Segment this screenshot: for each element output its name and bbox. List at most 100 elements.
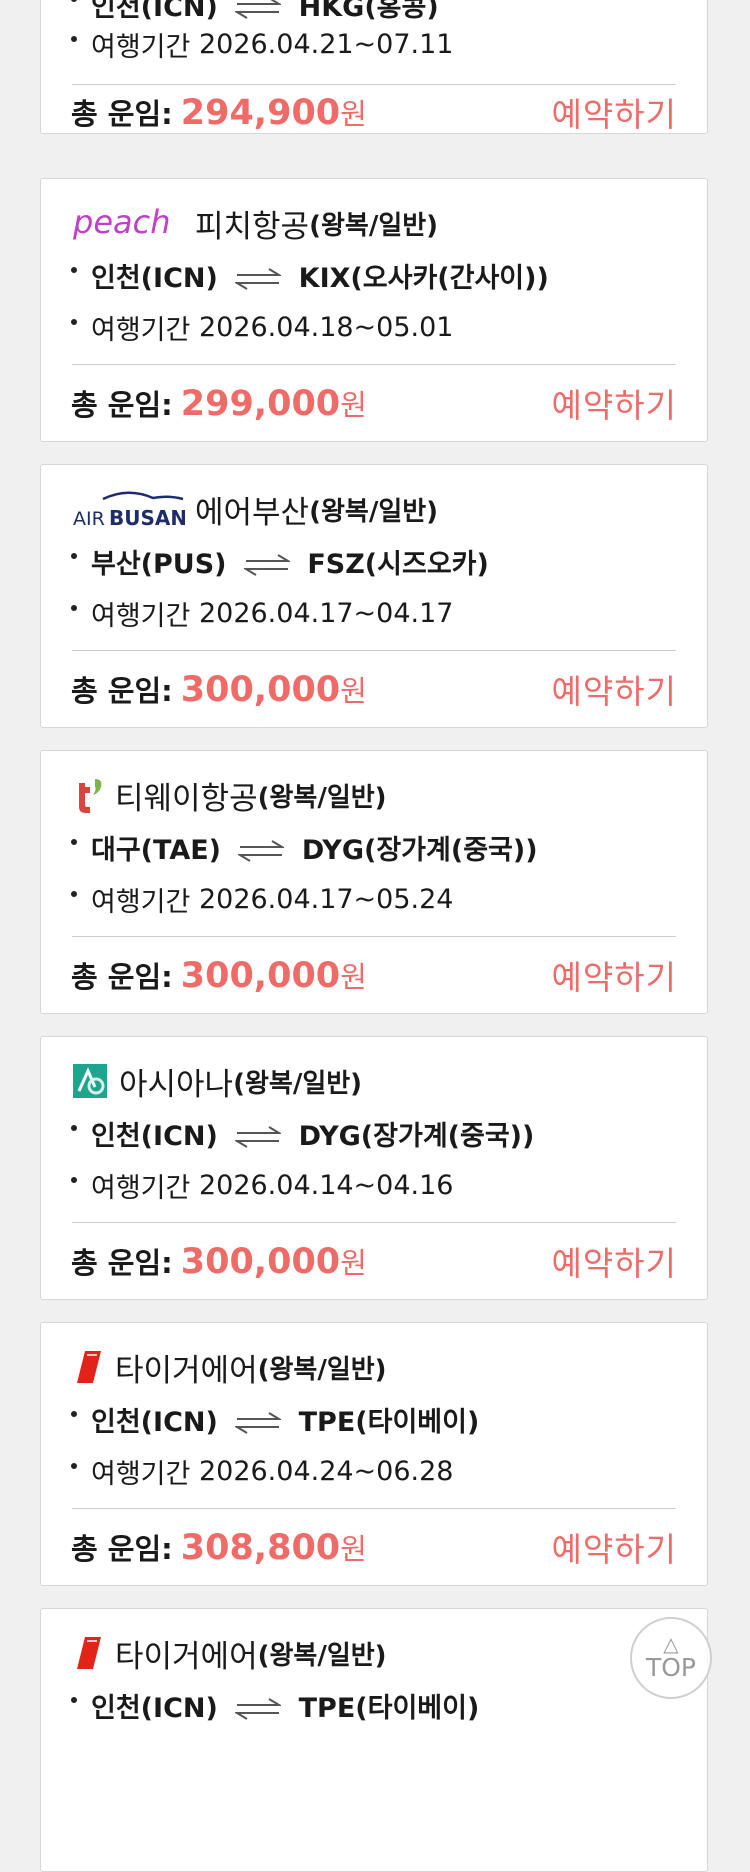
flight-card[interactable]: peach 피치항공 (왕복/일반) 인천(ICN) KIX(오사카(간사이)) … xyxy=(40,178,708,442)
flight-card[interactable]: 타이거에어 (왕복/일반) 인천(ICN) TPE(타이베이) 여행기간 2026… xyxy=(40,1322,708,1586)
bullet-dot xyxy=(71,319,77,325)
flight-card[interactable]: AIR BUSAN 에어부산 (왕복/일반) 부산(PUS) FSZ(시즈오카) 여… xyxy=(40,464,708,728)
flight-card[interactable]: 타이거에어 (왕복/일반) 인천(ICN) TPE(타이베이) xyxy=(40,1608,708,1872)
period-row: 여행기간 2026.04.17~05.24 xyxy=(71,881,677,918)
route-destination: FSZ(시즈오카) xyxy=(307,548,489,580)
svg-text:peach: peach xyxy=(73,203,170,241)
airline-name: 타이거에어 xyxy=(115,1638,258,1675)
divider xyxy=(72,84,676,85)
book-button[interactable]: 예약하기 xyxy=(552,88,677,136)
route-text: 인천(ICN) TPE(타이베이) xyxy=(91,1686,479,1725)
period-label: 여행기간 xyxy=(91,31,191,63)
price-unit: 원 xyxy=(340,1532,367,1566)
bullet-dot xyxy=(71,1463,77,1469)
route-text: 부산(PUS) FSZ(시즈오카) xyxy=(91,542,489,581)
air-busan-logo-icon: AIR BUSAN xyxy=(73,489,185,529)
period-label: 여행기간 xyxy=(91,600,191,632)
route-row: 대구(TAE) DYG(장가계(중국)) xyxy=(71,829,677,866)
airline-name: 타이거에어 xyxy=(115,1352,258,1389)
book-button[interactable]: 예약하기 xyxy=(552,951,677,999)
flight-card[interactable]: 인천(ICN) HKG(홍콩) 여행기간 2026.04.21~07.11 총 … xyxy=(40,0,708,134)
bullet-dot xyxy=(71,1125,77,1131)
price-unit: 원 xyxy=(340,1246,367,1280)
period-value: 2026.04.17~04.17 xyxy=(198,597,454,629)
flight-card[interactable]: 티웨이항공 (왕복/일반) 대구(TAE) DYG(장가계(중국)) 여행기간 2… xyxy=(40,750,708,1014)
bullet-dot xyxy=(71,553,77,559)
divider xyxy=(72,650,676,651)
asiana-logo-icon xyxy=(73,1063,109,1099)
divider xyxy=(72,1222,676,1223)
book-button[interactable]: 예약하기 xyxy=(552,665,677,713)
price-row: 총 운임: 300,000원 예약하기 xyxy=(71,653,677,725)
price-unit: 원 xyxy=(340,388,367,422)
card-header: 타이거에어 (왕복/일반) xyxy=(73,1345,675,1389)
roundtrip-arrow-icon xyxy=(235,0,282,19)
airline-name: 티웨이항공 xyxy=(115,780,258,817)
period-row: 여행기간 2026.04.17~04.17 xyxy=(71,595,677,632)
divider xyxy=(72,936,676,937)
route-row: 부산(PUS) FSZ(시즈오카) xyxy=(71,542,677,581)
period-label: 여행기간 xyxy=(91,1172,191,1204)
period-value: 2026.04.14~04.16 xyxy=(198,1169,454,1201)
route-row: 인천(ICN) HKG(홍콩) xyxy=(71,0,677,23)
bullet-dot xyxy=(71,36,77,42)
price-unit: 원 xyxy=(340,960,367,994)
flight-card[interactable]: 아시아나 (왕복/일반) 인천(ICN) DYG(장가계(중국)) 여행기간 20… xyxy=(40,1036,708,1300)
airline-name: 아시아나 xyxy=(119,1066,234,1103)
airline-name: 에어부산 xyxy=(195,494,310,531)
card-header: 타이거에어 (왕복/일반) xyxy=(73,1631,675,1675)
card-header: 티웨이항공 (왕복/일반) xyxy=(73,773,675,817)
route-destination: KIX(오사카(간사이)) xyxy=(298,262,549,294)
route-row: 인천(ICN) DYG(장가계(중국)) xyxy=(71,1114,677,1153)
roundtrip-arrow-icon xyxy=(238,840,285,862)
roundtrip-arrow-icon xyxy=(235,268,282,290)
price-value: 308,800 xyxy=(180,1528,341,1568)
bullet-dot xyxy=(71,605,77,611)
period-value: 2026.04.21~07.11 xyxy=(198,28,454,60)
period-value: 2026.04.18~05.01 xyxy=(198,311,454,343)
top-label: TOP xyxy=(645,1652,697,1682)
price-value: 300,000 xyxy=(180,1242,341,1282)
divider xyxy=(72,364,676,365)
period-value: 2026.04.24~06.28 xyxy=(198,1455,454,1487)
book-button[interactable]: 예약하기 xyxy=(552,379,677,427)
tway-logo-icon xyxy=(73,775,105,815)
price-row: 총 운임: 300,000원 예약하기 xyxy=(71,1225,677,1297)
route-destination: DYG(장가계(중국)) xyxy=(301,834,538,866)
bullet-dot xyxy=(71,1411,77,1417)
svg-text:BUSAN: BUSAN xyxy=(109,506,185,529)
route-text: 인천(ICN) HKG(홍콩) xyxy=(91,0,439,24)
tigerair-logo-icon xyxy=(73,1635,105,1671)
peach-logo-icon: peach xyxy=(73,203,185,243)
scroll-top-button[interactable]: △ TOP xyxy=(630,1617,712,1699)
route-origin: 인천(ICN) xyxy=(91,1406,218,1438)
route-origin: 인천(ICN) xyxy=(91,1120,218,1152)
svg-text:AIR: AIR xyxy=(73,508,105,529)
route-destination: DYG(장가계(중국)) xyxy=(298,1120,535,1152)
route-origin: 인천(ICN) xyxy=(91,1692,218,1724)
book-button[interactable]: 예약하기 xyxy=(552,1523,677,1571)
tigerair-logo-icon xyxy=(73,1349,105,1385)
route-origin: 대구(TAE) xyxy=(91,834,222,866)
route-row: 인천(ICN) TPE(타이베이) xyxy=(71,1401,677,1438)
roundtrip-arrow-icon xyxy=(235,1412,282,1434)
price-row: 총 운임: 300,000원 예약하기 xyxy=(71,939,677,1011)
bullet-dot xyxy=(71,891,77,897)
fare-type: (왕복/일반) xyxy=(257,1354,387,1385)
period-row: 여행기간 2026.04.21~07.11 xyxy=(71,26,677,63)
route-text: 인천(ICN) DYG(장가계(중국)) xyxy=(91,1114,534,1153)
price-row: 총 운임: 299,000원 예약하기 xyxy=(71,367,677,439)
price-value: 294,900 xyxy=(180,93,341,133)
bullet-dot xyxy=(71,1177,77,1183)
roundtrip-arrow-icon xyxy=(235,1126,282,1148)
price-value: 299,000 xyxy=(180,384,341,424)
book-button[interactable]: 예약하기 xyxy=(552,1237,677,1285)
price-label: 총 운임: xyxy=(71,97,173,131)
period-row: 여행기간 2026.04.14~04.16 xyxy=(71,1167,677,1204)
airline-name: 피치항공 xyxy=(195,208,310,245)
price-label: 총 운임: xyxy=(71,674,173,708)
bullet-dot xyxy=(71,839,77,845)
route-destination: HKG(홍콩) xyxy=(298,0,439,23)
route-destination: TPE(타이베이) xyxy=(298,1406,480,1438)
fare-type: (왕복/일반) xyxy=(309,210,439,241)
